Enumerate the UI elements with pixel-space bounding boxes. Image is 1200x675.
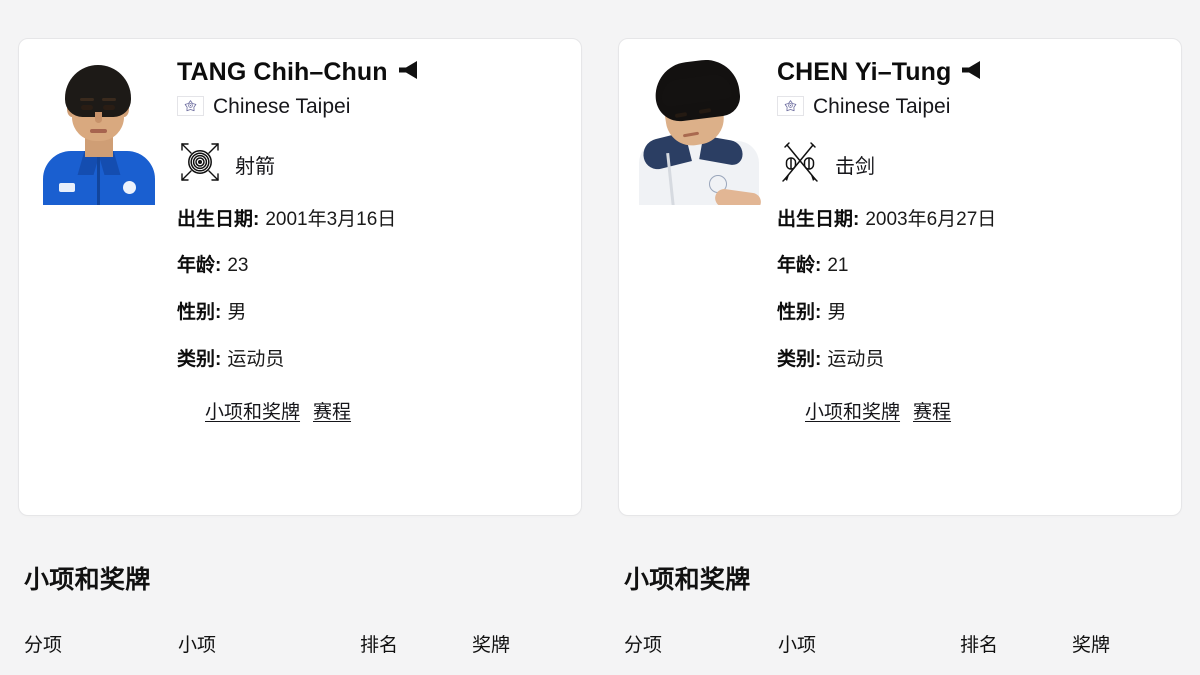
speaker-icon[interactable] — [960, 60, 982, 85]
athlete-info: CHEN Yi–Tung Chinese Taipei 击剑 出生日期: 200… — [777, 57, 1163, 424]
athlete-portrait — [37, 57, 161, 205]
link-events-and-medals[interactable]: 小项和奖牌 — [805, 397, 900, 424]
athlete-detail-birthdate: 出生日期: 2003年6月27日 — [777, 208, 1163, 231]
athlete-card[interactable]: CHEN Yi–Tung Chinese Taipei 击剑 出生日期: 200… — [618, 38, 1182, 516]
athlete-name: TANG Chih–Chun — [177, 58, 388, 86]
athlete-detail-gender: 性别: 男 — [177, 302, 563, 324]
column-header-medal: 奖牌 — [1072, 635, 1111, 656]
athlete-name: CHEN Yi–Tung — [777, 58, 952, 86]
athlete-detail-gender: 性别: 男 — [777, 302, 1163, 324]
athlete-name-row: TANG Chih–Chun — [177, 58, 563, 87]
athlete-name-row: CHEN Yi–Tung — [777, 58, 1163, 87]
athlete-links: 小项和奖牌 赛程 — [777, 397, 1163, 424]
athlete-noc-row: Chinese Taipei — [777, 95, 1163, 118]
athlete-sport-name: 射箭 — [235, 155, 275, 178]
results-table-header: 分项 小项 排名 奖牌 — [624, 630, 1176, 657]
athlete-detail-age: 年龄: 23 — [177, 256, 563, 277]
athlete-card-header: CHEN Yi–Tung Chinese Taipei 击剑 出生日期: 200… — [637, 57, 1163, 424]
detail-value: 男 — [227, 302, 247, 324]
detail-label: 类别: — [777, 349, 822, 371]
detail-value: 男 — [827, 302, 847, 324]
section-title: 小项和奖牌 — [24, 566, 151, 594]
athlete-card-header: TANG Chih–Chun Chinese Taipei 射箭 出生日期: 2… — [37, 57, 563, 424]
athlete-sport-name: 击剑 — [835, 155, 875, 178]
column-header-discipline: 分项 — [624, 635, 663, 656]
detail-value: 21 — [827, 255, 849, 277]
detail-value: 运动员 — [827, 349, 885, 371]
detail-value: 2001年3月16日 — [265, 208, 397, 230]
athlete-card[interactable]: TANG Chih–Chun Chinese Taipei 射箭 出生日期: 2… — [18, 38, 582, 516]
detail-label: 出生日期: — [177, 208, 260, 230]
detail-value: 23 — [227, 255, 249, 277]
athlete-detail-category: 类别: 运动员 — [177, 349, 563, 371]
detail-label: 年龄: — [777, 255, 822, 277]
chinese-taipei-flag-icon — [177, 96, 204, 117]
detail-label: 出生日期: — [777, 208, 860, 230]
column-header-rank: 排名 — [360, 635, 399, 656]
column-header-event: 小项 — [178, 635, 217, 656]
athlete-noc-row: Chinese Taipei — [177, 95, 563, 118]
archery-icon — [177, 139, 223, 190]
detail-label: 年龄: — [177, 255, 222, 277]
column-header-rank: 排名 — [960, 635, 999, 656]
link-schedule[interactable]: 赛程 — [913, 397, 951, 424]
athlete-noc-name: Chinese Taipei — [813, 94, 951, 118]
athlete-sport-row: 击剑 — [777, 139, 1163, 190]
athlete-detail-birthdate: 出生日期: 2001年3月16日 — [177, 208, 563, 231]
detail-label: 性别: — [777, 302, 822, 324]
detail-label: 类别: — [177, 349, 222, 371]
column-header-event: 小项 — [778, 635, 817, 656]
page-root: TANG Chih–Chun Chinese Taipei 射箭 出生日期: 2… — [0, 0, 1200, 675]
athlete-portrait — [637, 57, 761, 205]
column-header-medal: 奖牌 — [472, 635, 511, 656]
fencing-icon — [777, 139, 823, 190]
detail-label: 性别: — [177, 302, 222, 324]
athlete-card-list: TANG Chih–Chun Chinese Taipei 射箭 出生日期: 2… — [0, 0, 1200, 516]
athlete-info: TANG Chih–Chun Chinese Taipei 射箭 出生日期: 2… — [177, 57, 563, 424]
detail-value: 运动员 — [227, 349, 285, 371]
athlete-sport-row: 射箭 — [177, 139, 563, 190]
athlete-detail-category: 类别: 运动员 — [777, 349, 1163, 371]
athlete-links: 小项和奖牌 赛程 — [177, 397, 563, 424]
athlete-noc-name: Chinese Taipei — [213, 94, 351, 118]
athlete-detail-age: 年龄: 21 — [777, 256, 1163, 277]
speaker-icon[interactable] — [397, 60, 419, 85]
link-schedule[interactable]: 赛程 — [313, 397, 351, 424]
detail-value: 2003年6月27日 — [865, 208, 997, 230]
section-title: 小项和奖牌 — [624, 566, 751, 594]
results-sections: 小项和奖牌 分项 小项 排名 奖牌 小项和奖牌 分项 小项 排名 奖牌 — [0, 560, 1200, 657]
events-and-medals-section: 小项和奖牌 分项 小项 排名 奖牌 — [18, 560, 582, 657]
chinese-taipei-flag-icon — [777, 96, 804, 117]
link-events-and-medals[interactable]: 小项和奖牌 — [205, 397, 300, 424]
events-and-medals-section: 小项和奖牌 分项 小项 排名 奖牌 — [618, 560, 1182, 657]
results-table-header: 分项 小项 排名 奖牌 — [24, 630, 576, 657]
column-header-discipline: 分项 — [24, 635, 63, 656]
